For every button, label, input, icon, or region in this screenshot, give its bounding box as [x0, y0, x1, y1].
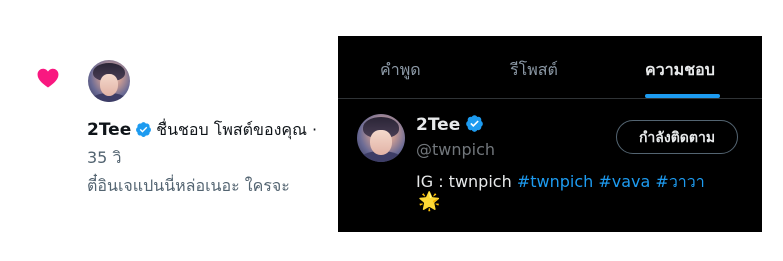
tab-quotes[interactable]: คำพูด	[380, 58, 421, 83]
user-name-link[interactable]: 2Tee	[416, 114, 484, 135]
verified-badge-icon	[466, 115, 484, 132]
notification-action: ชื่นชอบ โพสต์ของคุณ ·	[156, 120, 318, 139]
following-button[interactable]: กำลังติดตาม	[616, 120, 738, 154]
timestamp: 35 วิ	[87, 148, 122, 167]
divider	[338, 98, 762, 99]
verified-badge-icon	[136, 122, 152, 137]
star-emoji: 🌟	[418, 191, 441, 212]
heart-icon	[37, 68, 59, 88]
tab-reposts[interactable]: รีโพสต์	[510, 58, 558, 83]
tab-likes[interactable]: ความชอบ	[645, 58, 715, 83]
user-name: 2Tee	[416, 115, 461, 135]
user-handle: @twnpich	[416, 140, 496, 159]
hashtag-link[interactable]: #vava	[598, 172, 650, 191]
avatar[interactable]	[357, 114, 405, 162]
bio-text: IG : twnpich	[416, 172, 512, 191]
post-preview-text[interactable]: ตี๋อินเจแปนนี่หล่อเนอะ ใครจะ	[87, 174, 290, 199]
hashtag-link[interactable]: #วาวา	[655, 172, 704, 191]
likes-panel: คำพูด รีโพสต์ ความชอบ 2Tee @twnpich กำลั…	[338, 36, 762, 232]
user-name-link[interactable]: 2Tee	[87, 120, 131, 140]
avatar[interactable]	[88, 60, 130, 102]
user-bio: IG : twnpich #twnpich #vava #วาวา	[416, 170, 705, 195]
notification-header: 2Tee ชื่นชอบ โพสต์ของคุณ ·	[87, 118, 317, 143]
hashtag-link[interactable]: #twnpich	[517, 172, 593, 191]
